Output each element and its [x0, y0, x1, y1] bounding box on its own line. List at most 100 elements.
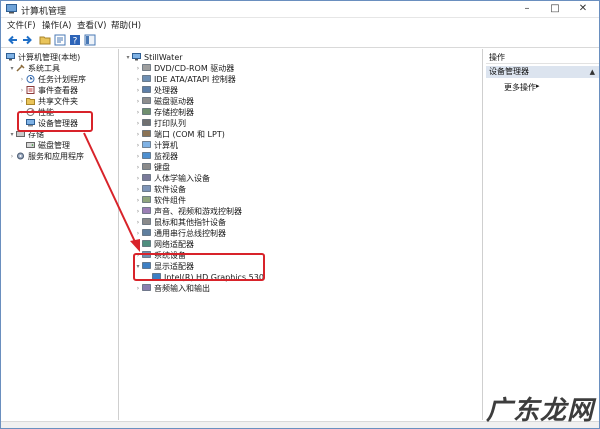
tree-item-label: 任务计划程序: [38, 75, 86, 84]
device-category-row[interactable]: › DVD/CD-ROM 驱动器: [134, 63, 234, 74]
menu-file[interactable]: 文件(F): [7, 19, 36, 31]
tree-item-disk-management[interactable]: 磁盘管理: [26, 140, 70, 151]
actions-section-label: 设备管理器: [489, 67, 529, 76]
tree-item-task-scheduler[interactable]: › 任务计划程序: [18, 74, 86, 85]
navigation-tree: 计算机管理(本地) ▾ 系统工具 › 任务计划程序 › 事件查看器 › 共享文件夹 › 性…: [4, 49, 119, 420]
more-actions-label: 更多操作: [504, 83, 536, 92]
device-category-label: 存储控制器: [154, 108, 194, 117]
keyboard-icon: [142, 163, 151, 170]
menu-help[interactable]: 帮助(H): [111, 19, 141, 31]
expand-arrow-icon[interactable]: ›: [134, 206, 142, 217]
device-category-row[interactable]: › 处理器: [134, 85, 178, 96]
actions-section-device-manager[interactable]: 设备管理器 ▲: [486, 66, 599, 78]
expand-arrow-icon[interactable]: ›: [134, 239, 142, 250]
expand-arrow-icon[interactable]: ›: [134, 118, 142, 129]
device-category-row[interactable]: › 软件组件: [134, 195, 186, 206]
expand-arrow-icon[interactable]: ›: [134, 195, 142, 206]
back-arrow-icon[interactable]: [7, 34, 19, 46]
menu-action[interactable]: 操作(A): [42, 19, 71, 31]
device-category-label: 音频输入和输出: [154, 284, 210, 293]
minimize-button[interactable]: –: [513, 1, 541, 17]
expand-arrow-icon[interactable]: ›: [134, 217, 142, 228]
hid-icon: [142, 174, 151, 181]
expand-arrow-icon[interactable]: ›: [134, 184, 142, 195]
printer-icon: [142, 119, 151, 126]
expand-arrow-icon[interactable]: ›: [134, 228, 142, 239]
clock-icon: [26, 75, 35, 83]
device-category-label: 软件组件: [154, 196, 186, 205]
device-category-row[interactable]: › 计算机: [134, 140, 178, 151]
device-category-row[interactable]: › 监视器: [134, 151, 178, 162]
annotation-box-device-manager: [17, 111, 93, 132]
device-category-row[interactable]: › 音频输入和输出: [134, 283, 210, 294]
device-category-label: 端口 (COM 和 LPT): [154, 130, 225, 139]
device-category-row[interactable]: › 端口 (COM 和 LPT): [134, 129, 225, 140]
forward-arrow-icon[interactable]: [21, 34, 33, 46]
computer-management-window: 计算机管理 – □ ✕ 文件(F) 操作(A) 查看(V) 帮助(H) ? 计算…: [0, 0, 600, 429]
device-category-row[interactable]: › 通用串行总线控制器: [134, 228, 226, 239]
expand-arrow-icon[interactable]: ›: [134, 107, 142, 118]
tree-item-system-tools[interactable]: ▾ 系统工具: [8, 63, 60, 74]
tree-root-stillwater[interactable]: ▾ StillWater: [124, 52, 183, 63]
collapse-arrow-icon[interactable]: ▾: [8, 129, 16, 140]
expand-arrow-icon[interactable]: ›: [134, 74, 142, 85]
expand-arrow-icon[interactable]: ›: [134, 63, 142, 74]
device-category-row[interactable]: › 存储控制器: [134, 107, 194, 118]
expand-arrow-icon[interactable]: ›: [8, 151, 16, 162]
event-icon: [26, 86, 35, 94]
device-category-row[interactable]: › 人体学输入设备: [134, 173, 210, 184]
dvd-icon: [142, 64, 151, 71]
device-category-row[interactable]: › 鼠标和其他指针设备: [134, 217, 226, 228]
device-category-label: 打印队列: [154, 119, 186, 128]
console-icon[interactable]: [84, 34, 96, 46]
expand-arrow-icon[interactable]: ›: [134, 96, 142, 107]
maximize-button[interactable]: □: [541, 1, 569, 17]
expand-arrow-icon[interactable]: ›: [134, 140, 142, 151]
processor-icon: [142, 86, 151, 93]
folder-icon[interactable]: [39, 34, 51, 46]
device-category-label: DVD/CD-ROM 驱动器: [154, 64, 235, 73]
software-device-icon: [142, 185, 151, 192]
disk-drive-icon: [142, 97, 151, 104]
tree-item-shared-folders[interactable]: › 共享文件夹: [18, 96, 78, 107]
collapse-arrow-icon[interactable]: ▾: [8, 63, 16, 74]
tree-item-label: 磁盘管理: [38, 141, 70, 150]
expand-arrow-icon[interactable]: ›: [134, 129, 142, 140]
device-category-row[interactable]: › 声音、视频和游戏控制器: [134, 206, 242, 217]
device-category-row[interactable]: › 软件设备: [134, 184, 186, 195]
expand-arrow-icon[interactable]: ›: [18, 74, 26, 85]
device-category-row[interactable]: › IDE ATA/ATAPI 控制器: [134, 74, 236, 85]
help-icon[interactable]: ?: [69, 34, 81, 46]
device-category-label: 人体学输入设备: [154, 174, 210, 183]
close-button[interactable]: ✕: [569, 1, 597, 17]
expand-arrow-icon[interactable]: ›: [134, 173, 142, 184]
computer-icon: [142, 141, 151, 148]
tree-item-event-viewer[interactable]: › 事件查看器: [18, 85, 78, 96]
sound-icon: [142, 207, 151, 214]
expand-arrow-icon[interactable]: ›: [18, 96, 26, 107]
expand-arrow-icon[interactable]: ›: [134, 85, 142, 96]
window-title: 计算机管理: [21, 7, 67, 17]
expand-arrow-icon[interactable]: ›: [134, 283, 142, 294]
submenu-arrow-icon: ▸: [536, 82, 540, 90]
device-category-row[interactable]: › 网络适配器: [134, 239, 194, 250]
device-category-row[interactable]: › 磁盘驱动器: [134, 96, 194, 107]
more-actions-link[interactable]: 更多操作 ▸: [504, 82, 540, 93]
menu-view[interactable]: 查看(V): [77, 19, 106, 31]
tree-item-services-applications[interactable]: › 服务和应用程序: [8, 151, 84, 162]
tree-item-label: 计算机管理(本地): [18, 53, 81, 62]
expand-arrow-icon[interactable]: ›: [134, 151, 142, 162]
tree-item-computer-management[interactable]: 计算机管理(本地): [6, 52, 80, 63]
actions-pane: 操作 设备管理器 ▲ 更多操作 ▸: [486, 49, 599, 420]
port-icon: [142, 130, 151, 137]
collapse-triangle-icon[interactable]: ▲: [590, 66, 595, 78]
tree-item-label: 系统工具: [28, 64, 60, 73]
device-category-row[interactable]: › 打印队列: [134, 118, 186, 129]
title-bar: 计算机管理 – □ ✕: [1, 1, 599, 18]
device-category-row[interactable]: › 键盘: [134, 162, 170, 173]
expand-arrow-icon[interactable]: ›: [134, 162, 142, 173]
collapse-arrow-icon[interactable]: ▾: [124, 52, 132, 63]
tree-root-label: StillWater: [144, 53, 183, 62]
expand-arrow-icon[interactable]: ›: [18, 85, 26, 96]
properties-icon[interactable]: [54, 34, 66, 46]
